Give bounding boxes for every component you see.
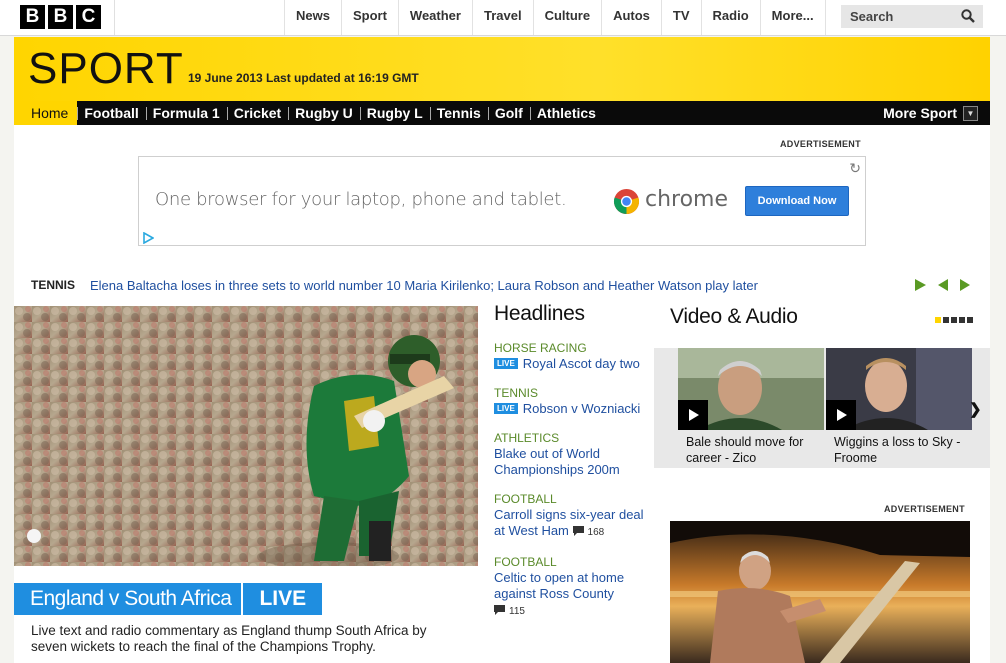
side-advertisement[interactable]	[670, 521, 970, 663]
video-item[interactable]: Wiggins a loss to Sky - Froome	[826, 348, 972, 468]
sport-banner: SPORT 19 June 2013 Last updated at 16:19…	[14, 37, 990, 101]
video-caption[interactable]: Wiggins a loss to Sky - Froome	[834, 434, 968, 466]
ticker-label: TENNIS	[31, 278, 76, 292]
play-icon[interactable]	[915, 279, 926, 291]
tab-home[interactable]: Home	[14, 101, 78, 125]
main-story-summary: Live text and radio commentary as Englan…	[31, 623, 427, 654]
refresh-icon[interactable]: ↻	[849, 160, 861, 177]
video-audio-heading: Video & Audio	[670, 305, 798, 328]
video-carousel: Bale should move for career - Zico Wiggi…	[654, 348, 990, 468]
search-icon[interactable]	[961, 9, 975, 23]
headlines-list: HORSE RACING LIVE Royal Ascot day two TEN…	[494, 341, 644, 634]
logo-letter: B	[48, 5, 73, 29]
comment-count[interactable]: 115	[494, 605, 525, 617]
comment-icon	[572, 526, 584, 536]
global-nav-tv[interactable]: TV	[660, 0, 701, 35]
ad-image	[670, 521, 970, 663]
chevron-down-icon: ▼	[963, 105, 978, 121]
headline-item[interactable]: FOOTBALL Carroll signs six-year deal at …	[494, 492, 644, 541]
headline-link[interactable]: Royal Ascot day two	[523, 356, 640, 371]
tab-athletics[interactable]: Athletics	[529, 101, 603, 125]
video-item[interactable]: Bale should move for career - Zico	[678, 348, 824, 468]
headline-link[interactable]: Carroll signs six-year deal at West Ham	[494, 507, 644, 538]
last-updated: 19 June 2013 Last updated at 16:19 GMT	[188, 71, 419, 85]
comment-count-value: 168	[587, 527, 605, 538]
live-badge: LIVE	[494, 358, 518, 369]
headline-link[interactable]: Blake out of World Championships 200m	[494, 446, 620, 477]
more-sport-dropdown[interactable]: More Sport ▼	[883, 101, 978, 125]
next-icon[interactable]	[960, 279, 970, 291]
global-nav-radio[interactable]: Radio	[700, 0, 760, 35]
tab-rugby-league[interactable]: Rugby L	[359, 101, 430, 125]
cricket-photo	[14, 306, 478, 566]
tab-cricket[interactable]: Cricket	[226, 101, 288, 125]
headline-item[interactable]: ATHLETICS Blake out of World Championshi…	[494, 431, 644, 478]
video-caption[interactable]: Bale should move for career - Zico	[686, 434, 820, 466]
pager-dot[interactable]	[951, 317, 957, 323]
pager-dot[interactable]	[967, 317, 973, 323]
headlines-heading: Headlines	[494, 302, 585, 325]
chrome-logo-icon	[613, 188, 640, 215]
global-nav-more[interactable]: More...	[759, 0, 826, 35]
divider	[114, 0, 115, 35]
main-story-title[interactable]: England v South Africa	[14, 583, 242, 615]
search-placeholder: Search	[850, 9, 894, 24]
headline-item[interactable]: HORSE RACING LIVE Royal Ascot day two	[494, 341, 644, 372]
global-nav-sport[interactable]: Sport	[340, 0, 398, 35]
global-nav-travel[interactable]: Travel	[471, 0, 533, 35]
pager-dot[interactable]	[943, 317, 949, 323]
headline-link[interactable]: Robson v Wozniacki	[523, 401, 641, 416]
pager-dot[interactable]	[935, 317, 941, 323]
ad-label: ADVERTISEMENT	[780, 139, 861, 149]
sport-nav: Home Football Formula 1 Cricket Rugby U …	[14, 101, 990, 125]
global-nav-news[interactable]: News	[284, 0, 341, 35]
headline-link[interactable]: Celtic to open at home against Ross Coun…	[494, 570, 624, 601]
headline-category: ATHLETICS	[494, 431, 560, 445]
headline-item[interactable]: FOOTBALL Celtic to open at home against …	[494, 555, 644, 620]
pager-dot[interactable]	[959, 317, 965, 323]
headline-item[interactable]: TENNIS LIVE Robson v Wozniacki	[494, 386, 644, 417]
ticker-controls	[915, 279, 970, 291]
ad-label: ADVERTISEMENT	[884, 504, 965, 514]
previous-icon[interactable]	[938, 279, 948, 291]
logo-letter: B	[20, 5, 45, 29]
main-story-headline[interactable]: England v South Africa LIVE	[14, 583, 323, 615]
tab-formula-1[interactable]: Formula 1	[145, 101, 227, 125]
ad-tagline: One browser for your laptop, phone and t…	[155, 189, 567, 210]
tab-rugby-union[interactable]: Rugby U	[288, 101, 360, 125]
ad-brand-word: chrome	[645, 187, 729, 212]
play-icon[interactable]	[678, 400, 708, 430]
adchoices-icon[interactable]	[142, 232, 154, 244]
chevron-right-icon[interactable]: ❯	[969, 400, 982, 418]
tab-football[interactable]: Football	[77, 101, 145, 125]
headline-category: HORSE RACING	[494, 341, 587, 355]
page-title[interactable]: SPORT	[28, 44, 184, 94]
global-nav-weather[interactable]: Weather	[397, 0, 472, 35]
headline-category: FOOTBALL	[494, 492, 557, 506]
more-sport-label: More Sport	[883, 105, 957, 121]
global-header: B B C News Sport Weather Travel Culture …	[0, 0, 1006, 36]
download-now-button[interactable]: Download Now	[745, 186, 849, 216]
play-icon[interactable]	[826, 400, 856, 430]
comment-count[interactable]: 168	[572, 526, 605, 538]
tab-tennis[interactable]: Tennis	[429, 101, 488, 125]
headline-category: FOOTBALL	[494, 555, 557, 569]
carousel-pager[interactable]	[935, 317, 973, 323]
comment-count-value: 115	[509, 606, 525, 617]
banner-advertisement[interactable]: One browser for your laptop, phone and t…	[138, 156, 866, 246]
comment-icon	[494, 605, 505, 615]
bbc-logo[interactable]: B B C	[20, 5, 101, 29]
live-badge[interactable]: LIVE	[241, 583, 323, 615]
live-badge: LIVE	[494, 403, 518, 414]
ticker-headline[interactable]: Elena Baltacha loses in three sets to wo…	[90, 278, 758, 293]
headline-category: TENNIS	[494, 386, 539, 400]
global-nav-autos[interactable]: Autos	[601, 0, 661, 35]
search-input[interactable]: Search	[841, 5, 983, 28]
global-nav-culture[interactable]: Culture	[532, 0, 602, 35]
main-story-image[interactable]	[14, 306, 478, 566]
global-nav: News Sport Weather Travel Culture Autos …	[284, 0, 826, 35]
tab-golf[interactable]: Golf	[487, 101, 530, 125]
logo-letter: C	[76, 5, 101, 29]
